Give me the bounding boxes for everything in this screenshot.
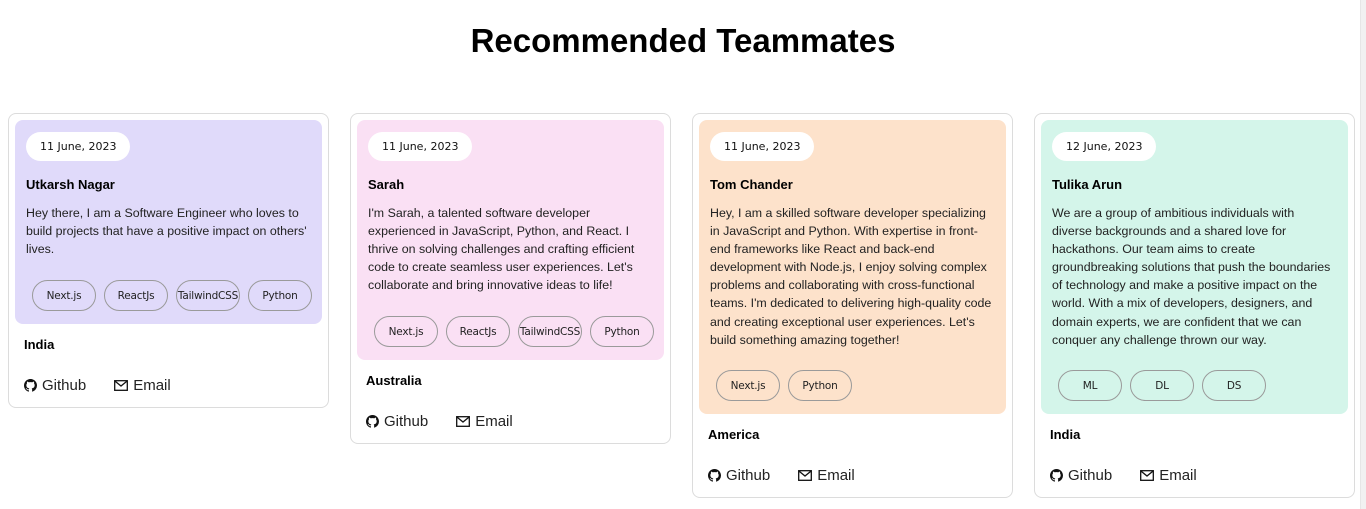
skill-tag: TailwindCSS [518, 316, 582, 347]
skill-tag: TailwindCSS [176, 280, 240, 311]
skill-tag: Next.js [716, 370, 780, 401]
email-label: Email [475, 413, 513, 430]
teammate-name: Tulika Arun [1052, 177, 1123, 192]
teammate-card: 11 June, 2023 Utkarsh Nagar Hey there, I… [8, 113, 329, 408]
skill-tag: ReactJs [104, 280, 168, 311]
skill-tag: DL [1130, 370, 1194, 401]
teammate-location: India [1050, 427, 1081, 442]
github-icon [1050, 469, 1063, 482]
skill-tag: ReactJs [446, 316, 510, 347]
skill-tag: ML [1058, 370, 1122, 401]
email-link[interactable]: Email [456, 413, 513, 430]
teammate-card-body: 11 June, 2023 Utkarsh Nagar Hey there, I… [15, 120, 322, 324]
github-label: Github [42, 377, 87, 394]
github-icon [708, 469, 721, 482]
teammate-name: Utkarsh Nagar [26, 177, 115, 192]
teammate-bio: Hey there, I am a Software Engineer who … [26, 206, 307, 257]
skill-tags: Next.js Python [713, 370, 855, 401]
email-link[interactable]: Email [798, 467, 855, 484]
date-badge: 11 June, 2023 [710, 132, 815, 161]
teammate-card-body: 12 June, 2023 Tulika Arun We are a group… [1041, 120, 1348, 414]
vertical-scrollbar[interactable] [1360, 0, 1366, 509]
mail-icon [1140, 470, 1155, 481]
email-label: Email [133, 377, 171, 394]
mail-icon [798, 470, 813, 481]
github-label: Github [726, 467, 771, 484]
teammate-card: 12 June, 2023 Tulika Arun We are a group… [1034, 113, 1355, 498]
skill-tag: DS [1202, 370, 1266, 401]
teammate-location: America [708, 427, 760, 442]
teammate-location: Australia [366, 373, 422, 388]
email-label: Email [1159, 467, 1197, 484]
github-link[interactable]: Github [708, 467, 770, 484]
teammate-bio: We are a group of ambitious individuals … [1052, 206, 1331, 347]
teammate-card: 11 June, 2023 Tom Chander Hey, I am a sk… [692, 113, 1013, 498]
github-label: Github [1068, 467, 1113, 484]
contact-links: Github Email [1050, 467, 1197, 484]
skill-tag: Next.js [374, 316, 438, 347]
teammate-location: India [24, 337, 55, 352]
teammate-card-body: 11 June, 2023 Sarah I'm Sarah, a talente… [357, 120, 664, 360]
contact-links: Github Email [708, 467, 855, 484]
mail-icon [456, 416, 471, 427]
teammate-card-body: 11 June, 2023 Tom Chander Hey, I am a sk… [699, 120, 1006, 414]
github-link[interactable]: Github [1050, 467, 1112, 484]
date-badge: 11 June, 2023 [26, 132, 131, 161]
skill-tag: Python [248, 280, 312, 311]
skill-tag: Python [590, 316, 654, 347]
github-link[interactable]: Github [24, 377, 86, 394]
teammate-bio: I'm Sarah, a talented software developer… [368, 206, 635, 293]
teammate-name: Tom Chander [710, 177, 793, 192]
teammate-bio: Hey, I am a skilled software developer s… [710, 206, 992, 347]
email-link[interactable]: Email [1140, 467, 1197, 484]
skill-tags: ML DL DS [1055, 370, 1269, 401]
github-icon [24, 379, 37, 392]
date-badge: 11 June, 2023 [368, 132, 473, 161]
mail-icon [114, 380, 129, 391]
email-link[interactable]: Email [114, 377, 171, 394]
skill-tags: Next.js ReactJs TailwindCSS Python [371, 316, 657, 347]
contact-links: Github Email [366, 413, 513, 430]
teammate-card-list: 11 June, 2023 Utkarsh Nagar Hey there, I… [0, 0, 1366, 509]
github-label: Github [384, 413, 429, 430]
skill-tags: Next.js ReactJs TailwindCSS Python [29, 280, 315, 311]
github-link[interactable]: Github [366, 413, 428, 430]
contact-links: Github Email [24, 377, 171, 394]
email-label: Email [817, 467, 855, 484]
skill-tag: Next.js [32, 280, 96, 311]
teammate-card: 11 June, 2023 Sarah I'm Sarah, a talente… [350, 113, 671, 444]
teammate-name: Sarah [368, 177, 405, 192]
date-badge: 12 June, 2023 [1052, 132, 1157, 161]
github-icon [366, 415, 379, 428]
skill-tag: Python [788, 370, 852, 401]
